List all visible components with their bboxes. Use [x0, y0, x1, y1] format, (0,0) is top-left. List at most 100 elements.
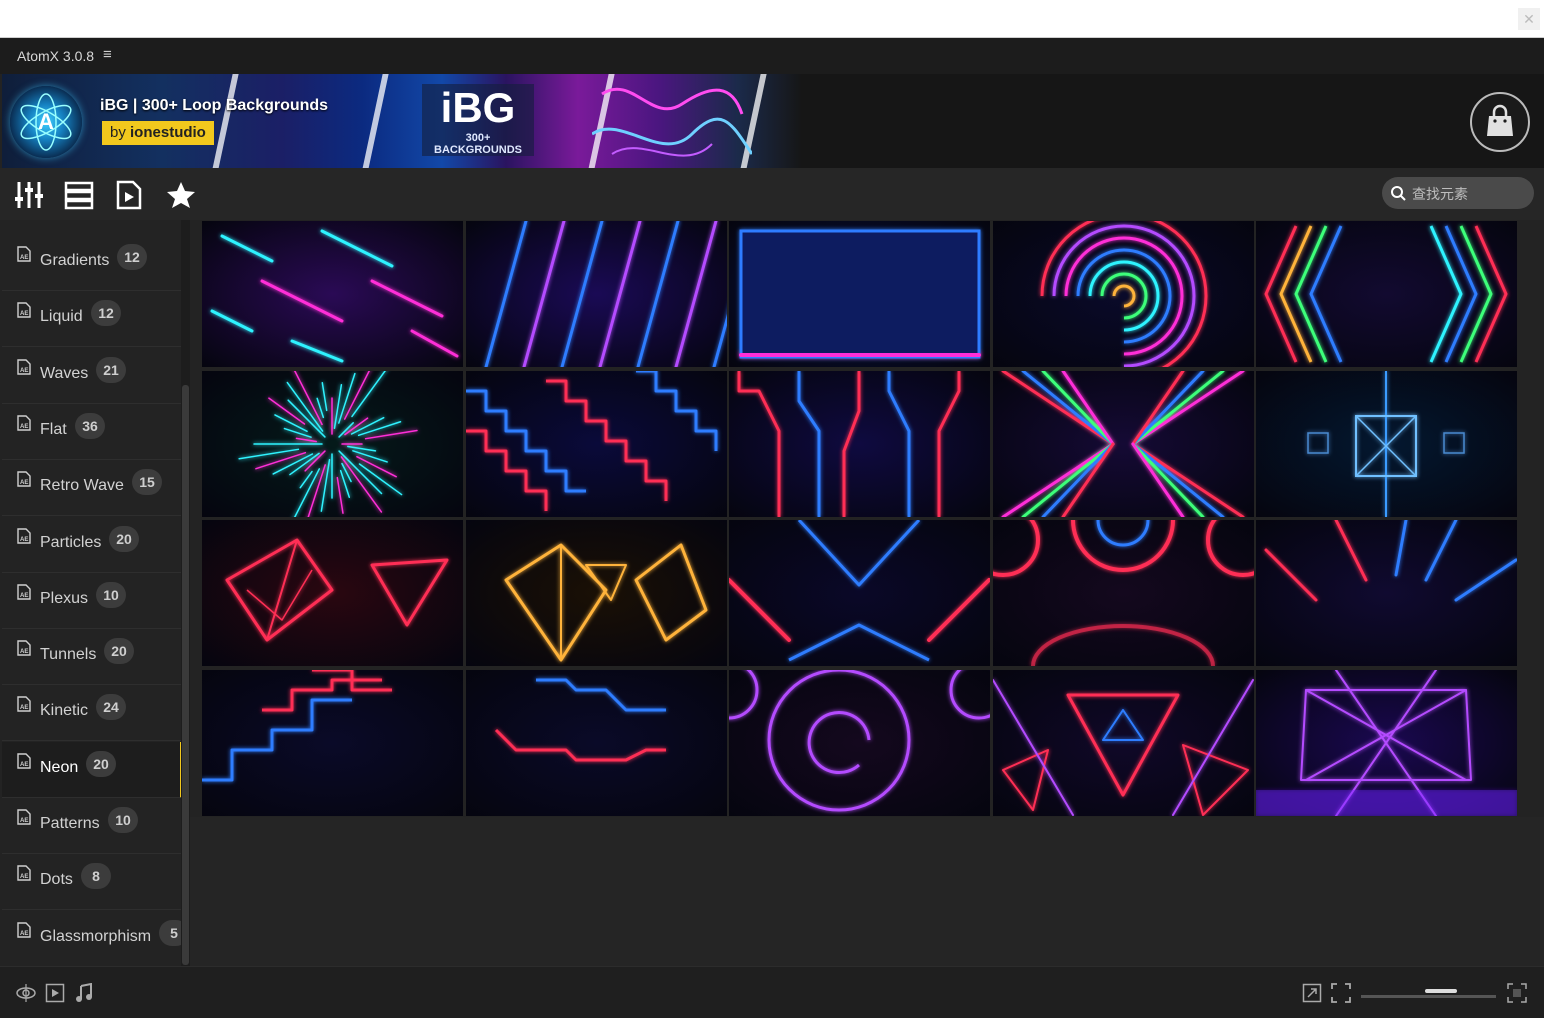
sidebar-item-label: Flat [40, 420, 67, 438]
thumbnail-image [465, 520, 727, 666]
sidebar-item-label: Neon [40, 758, 79, 776]
thumbnail-item[interactable] [729, 520, 990, 666]
shopping-bag-icon [1487, 104, 1513, 136]
count-badge: 8 [81, 863, 111, 890]
sidebar-item-label: Particles [40, 533, 102, 551]
sidebar-item-label: Tunnels [40, 646, 97, 664]
sidebar-item-glassmorphism[interactable]: AE Glassmorphism 5 [2, 911, 189, 966]
thumbnail-item[interactable] [992, 669, 1254, 816]
sidebar-item-waves[interactable]: AE Waves 21 [2, 348, 182, 404]
thumbnail-grid [202, 221, 1518, 817]
banner-author-badge[interactable]: by ionestudio [102, 121, 214, 145]
banner-author: ionestudio [130, 124, 206, 141]
top-strip: ✕ [0, 0, 1544, 38]
count-badge: 20 [86, 750, 116, 777]
thumbnail-item[interactable] [992, 520, 1254, 666]
thumbnail-item[interactable] [1256, 370, 1517, 517]
thumbnail-item[interactable] [1256, 669, 1517, 816]
thumbnail-image [202, 370, 463, 517]
thumbnail-image [202, 520, 463, 666]
count-badge: 10 [108, 807, 138, 833]
thumbnail-item[interactable] [465, 221, 727, 367]
search-input[interactable] [1410, 177, 1532, 211]
thumbnail-image [729, 669, 990, 816]
title-bar: AtomX 3.0.8 ≡ [0, 38, 1544, 74]
sidebar-item-retro-wave[interactable]: AE Retro Wave 15 [2, 460, 182, 517]
thumbnail-item[interactable] [729, 669, 990, 816]
ae-file-icon: AE [17, 696, 31, 713]
thumbnail-item[interactable] [992, 370, 1254, 517]
zoom-slider-thumb[interactable] [1425, 989, 1457, 993]
svg-text:AE: AE [20, 931, 28, 937]
thumbnail-item[interactable] [202, 669, 463, 816]
sidebar-item-label: Gradients [40, 252, 110, 269]
ae-file-icon: AE [17, 640, 31, 656]
banner-ibg-art: iBG 300+ BACKGROUNDS [422, 84, 534, 156]
sidebar-item-neon[interactable]: AE Neon 20 [2, 741, 182, 798]
ae-file-icon: AE [17, 302, 31, 318]
thumbnail-item[interactable] [729, 221, 990, 367]
svg-text:AE: AE [20, 649, 28, 655]
banner-ibg-subtitle: 300+ BACKGROUNDS [434, 132, 522, 156]
sidebar-item-dots[interactable]: AE Dots 8 [2, 854, 182, 911]
media-file-icon[interactable] [114, 180, 144, 210]
thumbnail-item[interactable] [1256, 520, 1517, 666]
thumbnail-item[interactable] [1256, 221, 1517, 367]
star-icon[interactable] [166, 180, 196, 210]
count-badge: 10 [96, 581, 126, 608]
fullscreen-icon[interactable] [1507, 983, 1527, 1003]
list-icon[interactable] [64, 180, 94, 210]
thumbnail-item[interactable] [202, 221, 463, 367]
ae-file-icon: AE [17, 584, 31, 600]
sliders-icon[interactable] [14, 180, 44, 210]
ae-file-icon: AE [17, 246, 31, 262]
hamburger-menu-icon[interactable]: ≡ [103, 46, 112, 63]
svg-text:AE: AE [20, 762, 28, 768]
svg-text:AE: AE [20, 480, 28, 486]
zoom-slider-track[interactable] [1361, 995, 1496, 998]
sidebar-item-plexus[interactable]: AE Plexus 10 [2, 573, 182, 629]
close-icon[interactable]: ✕ [1518, 8, 1540, 30]
banner-title: iBG | 300+ Loop Backgrounds [100, 97, 329, 114]
thumbnail-item[interactable] [202, 520, 463, 666]
banner-by-prefix: by [110, 124, 126, 141]
count-badge: 24 [96, 694, 126, 721]
sidebar-item-tunnels[interactable]: AE Tunnels 20 [2, 629, 182, 686]
toolbar [0, 168, 1544, 220]
sidebar-item-label: Glassmorphism [40, 927, 152, 945]
expand-icon[interactable] [1302, 983, 1322, 1003]
shopping-bag-button[interactable] [1470, 92, 1530, 152]
ae-file-icon: AE [17, 471, 31, 487]
thumbnail-item[interactable] [465, 669, 727, 816]
thumbnail-image [202, 221, 463, 367]
fit-icon[interactable] [1331, 983, 1351, 1003]
search-box[interactable] [1382, 177, 1534, 211]
sidebar-item-kinetic[interactable]: AE Kinetic 24 [2, 685, 182, 742]
video-icon[interactable] [45, 983, 65, 1003]
count-badge: 20 [104, 638, 134, 665]
status-bar [0, 966, 1544, 1018]
ae-file-icon: AE [17, 809, 31, 825]
banner: iBG 300+ BACKGROUNDS A iBG | 300+ Loop B… [2, 74, 1544, 168]
thumbnail-item[interactable] [729, 370, 990, 517]
thumbnail-item[interactable] [465, 370, 727, 517]
thumbnail-item[interactable] [992, 221, 1254, 367]
music-icon[interactable] [74, 983, 94, 1003]
thumbnail-item[interactable] [202, 370, 463, 517]
thumbnail-item[interactable] [465, 520, 727, 666]
sidebar-item-label: Liquid [40, 308, 83, 326]
sidebar-item-liquid[interactable]: AE Liquid 12 [2, 291, 182, 348]
sidebar-item-patterns[interactable]: AE Patterns 10 [2, 798, 182, 854]
sidebar-item-label: Kinetic [40, 702, 89, 720]
thumbnail-image [465, 221, 727, 367]
sidebar-item-flat[interactable]: AE Flat 36 [2, 404, 182, 460]
thumbnail-image [729, 370, 990, 517]
thumbnail-image [1256, 669, 1517, 816]
sidebar-item-particles[interactable]: AE Particles 20 [2, 517, 182, 573]
sidebar-scrollbar-thumb[interactable] [182, 385, 189, 965]
ae-file-icon: AE [17, 527, 31, 544]
sidebar-item-gradients[interactable]: AE Gradients 12 [2, 235, 182, 291]
sidebar-item-label: Dots [40, 871, 73, 889]
thumbnail-image [992, 669, 1254, 816]
preview-settings-icon[interactable] [16, 983, 36, 1003]
